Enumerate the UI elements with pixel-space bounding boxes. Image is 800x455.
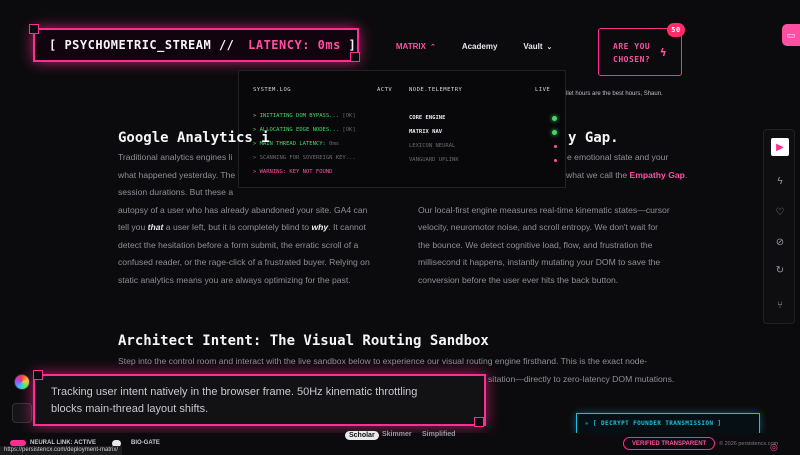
banner-corner-top-left [29,24,39,34]
section-body-right: e emotional state and your what we call … [418,152,688,285]
nav-item-matrix[interactable]: MATRIX ⌃ [396,42,436,51]
section-title-left: Google Analytics i [118,130,270,146]
tracking-tooltip: Tracking user intent natively in the bro… [33,374,486,426]
decrypt-founder-transmission-button[interactable]: ✳ [ DECRYPT FOUNDER TRANSMISSION ] [576,413,760,434]
side-drawer-tab[interactable]: ▭ [782,24,800,46]
system-log-header: SYSTEM.LOG [253,87,292,93]
are-you-chosen-button[interactable]: ARE YOU CHOSEN? ϟ 50 [598,23,685,76]
status-dot-icon [554,144,557,148]
node-row[interactable]: CORE ENGINE [409,111,557,125]
section-body-left: Traditional analytics engines li what ha… [118,152,370,285]
color-wheel-icon[interactable] [14,374,30,390]
nav-item-academy[interactable]: Academy [462,42,498,51]
chevron-up-icon: ⌃ [429,43,436,51]
status-bar-url: https://persistencx.com/deployment-matri… [0,446,123,455]
nav-item-vault[interactable]: Vault ⌄ [523,42,552,51]
vr-headset-icon[interactable] [12,403,32,423]
top-nav: ⌄ MATRIX⌃ Academy Vault⌄ [350,42,552,51]
right-tool-rail: ▶ ϟ ♡ ⊘ ↻ ⑂ [763,129,795,324]
chevron-down-icon: ⌄ [546,43,553,51]
drawer-icon: ▭ [786,29,796,40]
mode-scholar[interactable]: Scholar [345,431,379,440]
bolt-icon: ϟ [659,46,667,59]
banner-corner-bottom-right [350,52,360,62]
node-telemetry-header: NODE.TELEMETRY [409,87,463,93]
refresh-icon[interactable]: ↻ [771,261,789,279]
node-row[interactable]: MATRIX NAV [409,125,557,139]
notification-badge: 50 [667,23,685,37]
mode-simplified[interactable]: Simplified [422,431,455,438]
status-dot-icon [552,115,557,121]
play-icon[interactable]: ▶ [771,138,789,156]
node-telemetry-status: LIVE [535,87,551,93]
neural-link-toggle[interactable] [10,440,26,446]
psychometric-stream-banner: [ PSYCHOMETRIC_STREAM // LATENCY: 0ms ] [33,28,359,62]
eye-off-icon[interactable]: ⊘ [771,233,789,251]
verified-transparent-badge[interactable]: VERIFIED TRANSPARENT [623,437,716,450]
heartbeat-icon[interactable]: ♡ [771,203,789,221]
branch-icon[interactable]: ⑂ [771,296,789,314]
greeting-text: llet hours are the best hours, Shaun. [566,91,663,97]
tooltip-corner-top-left [33,370,43,380]
tooltip-corner-bottom-right [474,417,484,427]
section-title-right: y Gap. [568,130,619,146]
sandbox-section-title: Architect Intent: The Visual Routing San… [118,333,489,349]
latency-readout: LATENCY: 0ms [248,38,341,52]
bio-gate-label: BIO-GATE [131,440,160,446]
globe-icon[interactable]: ◎ [770,442,778,453]
status-dot-icon [552,129,557,135]
system-log-status: ACTV [377,87,393,93]
log-line: > INITIATING DOM BYPASS... [OK] [253,113,356,119]
bolt-icon[interactable]: ϟ [771,172,789,190]
mode-skimmer[interactable]: Skimmer [382,431,412,438]
